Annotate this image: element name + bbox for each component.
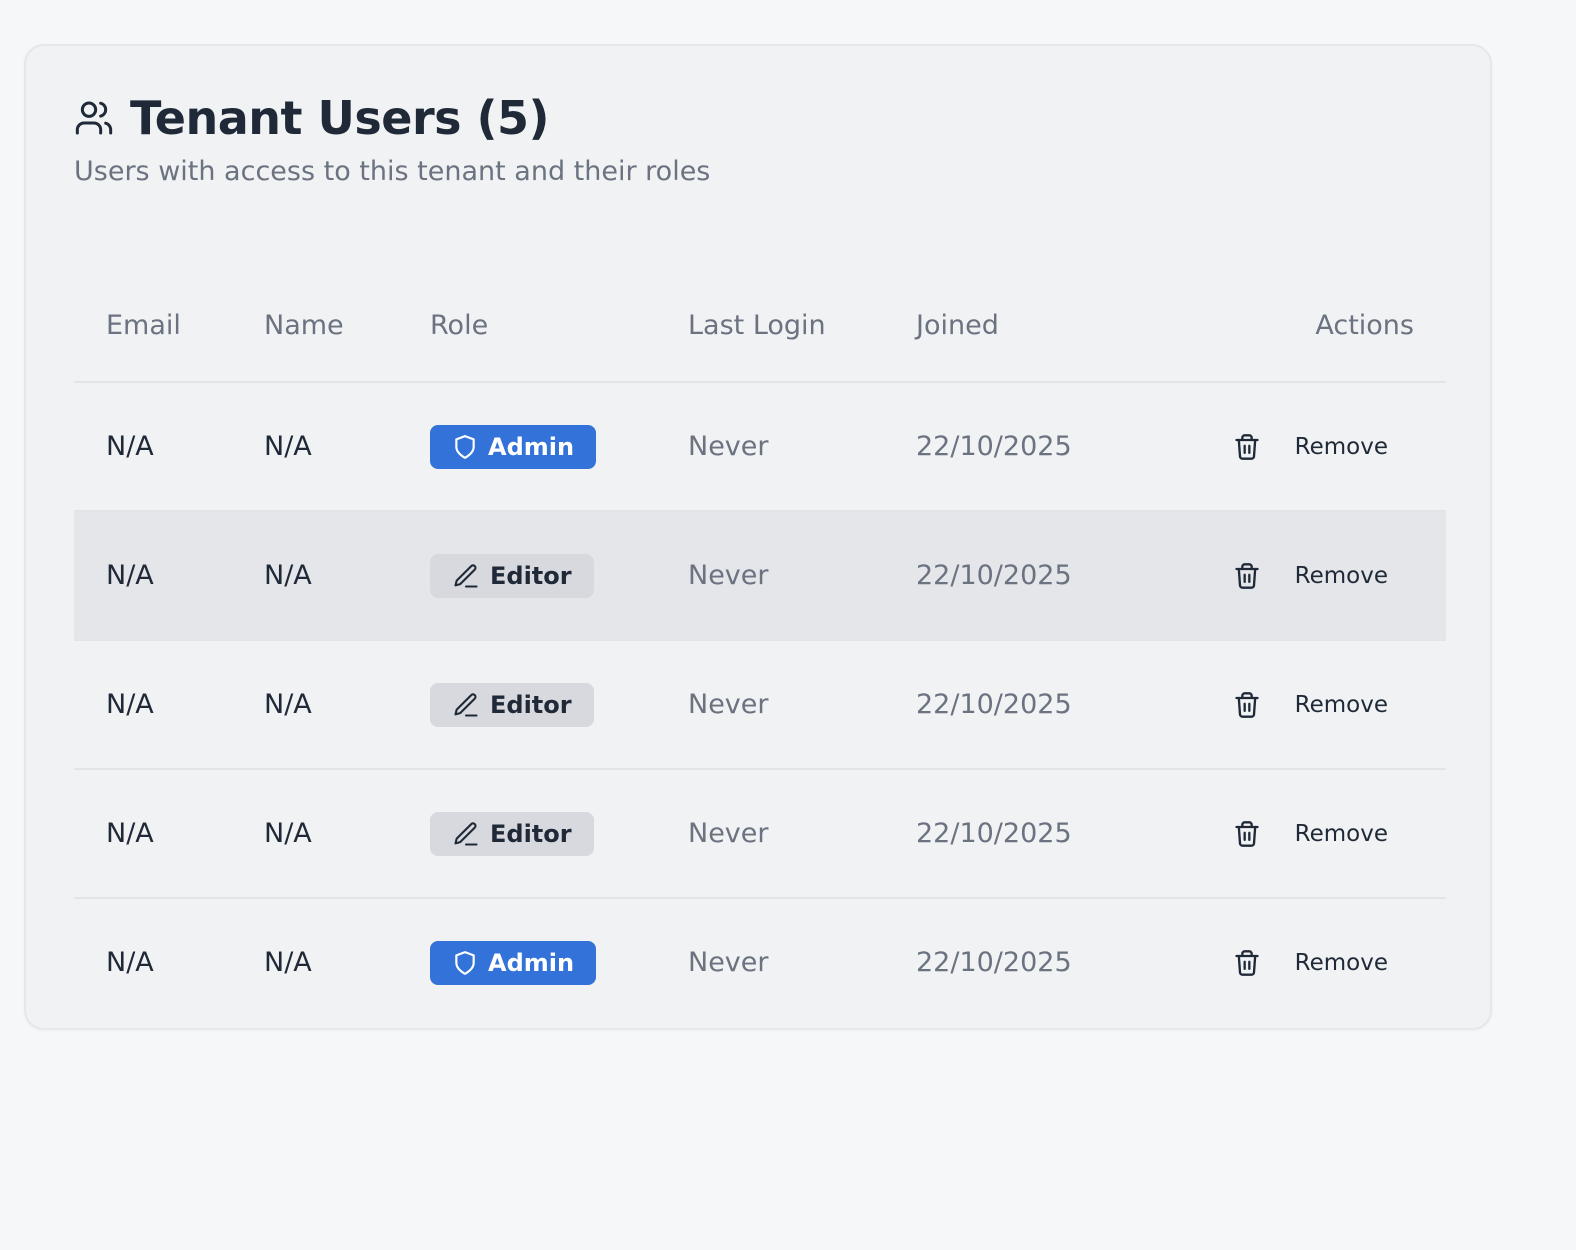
remove-user-button[interactable]: Remove (1233, 432, 1388, 462)
remove-user-button[interactable]: Remove (1233, 561, 1388, 591)
role-badge-admin: Admin (430, 940, 597, 985)
role-badge-label: Editor (490, 561, 572, 590)
cell-email: N/A (74, 640, 264, 770)
table-row: N/A N/A Admin Never 22/10/2025 Remove (74, 898, 1446, 1026)
actions-wrapper: Remove (1216, 432, 1446, 462)
cell-email: N/A (74, 511, 264, 641)
remove-label: Remove (1294, 820, 1388, 847)
remove-label: Remove (1294, 949, 1388, 976)
role-badge-label: Editor (490, 819, 572, 848)
cell-last-login: Never (688, 640, 916, 770)
shield-icon (455, 434, 475, 459)
cell-last-login: Never (688, 947, 769, 978)
cell-last-login: Never (688, 769, 916, 899)
trash-icon (1233, 690, 1261, 720)
cell-role: Admin (430, 382, 688, 512)
cell-actions: Remove (1216, 511, 1446, 641)
remove-label: Remove (1294, 691, 1388, 718)
cell-name: N/A (264, 769, 430, 899)
cell-name: N/A (264, 382, 430, 512)
role-badge-editor: Editor (430, 553, 594, 598)
column-header-actions: Actions (1216, 270, 1446, 383)
tenant-users-card: Tenant Users (5) Users with access to th… (24, 44, 1492, 1030)
card-header: Tenant Users (5) Users with access to th… (74, 90, 710, 187)
cell-email: N/A (106, 947, 154, 978)
cell-email: N/A (74, 382, 264, 512)
remove-user-button[interactable]: Remove (1233, 948, 1388, 978)
remove-user-button[interactable]: Remove (1233, 819, 1388, 849)
cell-actions: Remove (1216, 898, 1446, 1026)
table-header-row: Email Name Role Last Login Joined Action… (74, 270, 1446, 383)
cell-joined: 22/10/2025 (916, 640, 1216, 770)
remove-label: Remove (1294, 433, 1388, 460)
role-badge-label: Editor (490, 690, 572, 719)
cell-role: Editor (430, 511, 688, 641)
pencil-icon (454, 692, 478, 717)
actions-wrapper: Remove (1216, 561, 1446, 591)
pencil-icon (454, 821, 478, 846)
table-row: N/A N/A Editor Never 22/10/2025 Remove (74, 769, 1446, 899)
cell-actions: Remove (1216, 382, 1446, 512)
trash-icon (1233, 948, 1261, 978)
actions-wrapper: Remove (1216, 690, 1446, 720)
cell-actions: Remove (1216, 640, 1446, 770)
column-header-joined[interactable]: Joined (916, 270, 1216, 383)
column-header-last-login[interactable]: Last Login (688, 270, 916, 383)
remove-user-button[interactable]: Remove (1233, 690, 1388, 720)
cell-email: N/A (74, 769, 264, 899)
role-badge-editor: Editor (430, 811, 594, 856)
cell-role: Editor (430, 769, 688, 899)
cell-name: N/A (264, 947, 312, 978)
title-row: Tenant Users (5) (74, 90, 710, 146)
column-header-role[interactable]: Role (430, 270, 688, 383)
cell-actions: Remove (1216, 769, 1446, 899)
users-icon (74, 98, 114, 138)
actions-wrapper: Remove (1216, 819, 1446, 849)
cell-joined: 22/10/2025 (916, 382, 1216, 512)
cell-name: N/A (264, 640, 430, 770)
users-table: Email Name Role Last Login Joined Action… (74, 270, 1446, 1026)
cell-role: Editor (430, 640, 688, 770)
page-title: Tenant Users (5) (130, 91, 550, 145)
trash-icon (1233, 432, 1261, 462)
column-header-email[interactable]: Email (74, 270, 264, 383)
pencil-icon (454, 563, 478, 588)
remove-label: Remove (1294, 562, 1388, 589)
table-row: N/A N/A Editor Never 22/10/2025 Remove (74, 640, 1446, 770)
column-header-name[interactable]: Name (264, 270, 430, 383)
role-badge-label: Admin (488, 432, 575, 461)
cell-last-login: Never (688, 511, 916, 641)
cell-name: N/A (264, 511, 430, 641)
cell-role: Admin (430, 898, 688, 1026)
table-row: N/A N/A Admin Never 22/10/2025 Remove (74, 382, 1446, 512)
cell-last-login: Never (688, 382, 916, 512)
trash-icon (1233, 561, 1261, 591)
page-subtitle: Users with access to this tenant and the… (74, 156, 711, 187)
role-badge-label: Admin (488, 948, 575, 977)
cell-joined: 22/10/2025 (916, 511, 1216, 641)
role-badge-editor: Editor (430, 682, 594, 727)
shield-icon (455, 950, 475, 975)
actions-wrapper: Remove (1216, 948, 1446, 978)
table-row: N/A N/A Editor Never 22/10/2025 Remove (74, 511, 1446, 641)
cell-joined: 22/10/2025 (916, 947, 1072, 978)
role-badge-admin: Admin (430, 424, 597, 469)
cell-joined: 22/10/2025 (916, 769, 1216, 899)
trash-icon (1233, 819, 1261, 849)
